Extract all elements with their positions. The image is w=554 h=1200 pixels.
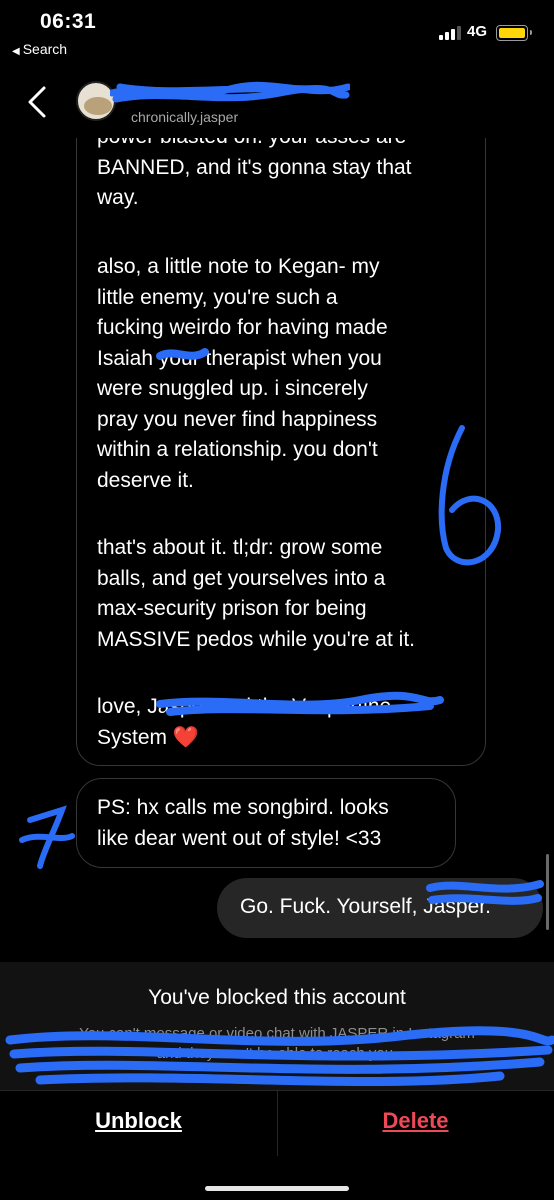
delete-button[interactable]: Delete [277, 1108, 554, 1134]
unblock-button[interactable]: Unblock [0, 1108, 277, 1134]
scrollbar[interactable] [546, 854, 549, 930]
outgoing-message-text: Go. Fuck. Yourself, Jasper. [240, 895, 491, 918]
status-bar: 06:31 ◀ Search 4G [0, 0, 554, 64]
back-to-search-label: Search [22, 41, 68, 57]
blocked-subtitle: You can't message or video chat with JAS… [79, 1025, 475, 1062]
chevron-left-icon[interactable] [24, 84, 54, 120]
ps-message-text: PS: hx calls me songbird. looks like dea… [97, 796, 389, 850]
header-username[interactable]: chronically.jasper [131, 109, 238, 125]
battery-icon [496, 25, 532, 41]
back-to-search-link[interactable]: ◀ Search [12, 41, 67, 57]
cellular-signal-icon [439, 26, 463, 40]
message-paragraph: love, Jasper and the Vespertine System ❤… [97, 695, 392, 749]
status-time: 06:31 [40, 10, 97, 33]
home-indicator[interactable] [205, 1186, 349, 1191]
blocked-title: You've blocked this account [148, 986, 406, 1009]
back-triangle-icon: ◀ [12, 46, 20, 57]
message-paragraph: that's about it. tl;dr: grow some balls,… [97, 536, 415, 651]
network-type: 4G [467, 23, 488, 40]
redaction-scribble [110, 81, 350, 103]
chat-header-overlay: chronically.jasper [0, 64, 554, 138]
message-paragraph: also, a little note to Kegan- my little … [97, 255, 388, 492]
